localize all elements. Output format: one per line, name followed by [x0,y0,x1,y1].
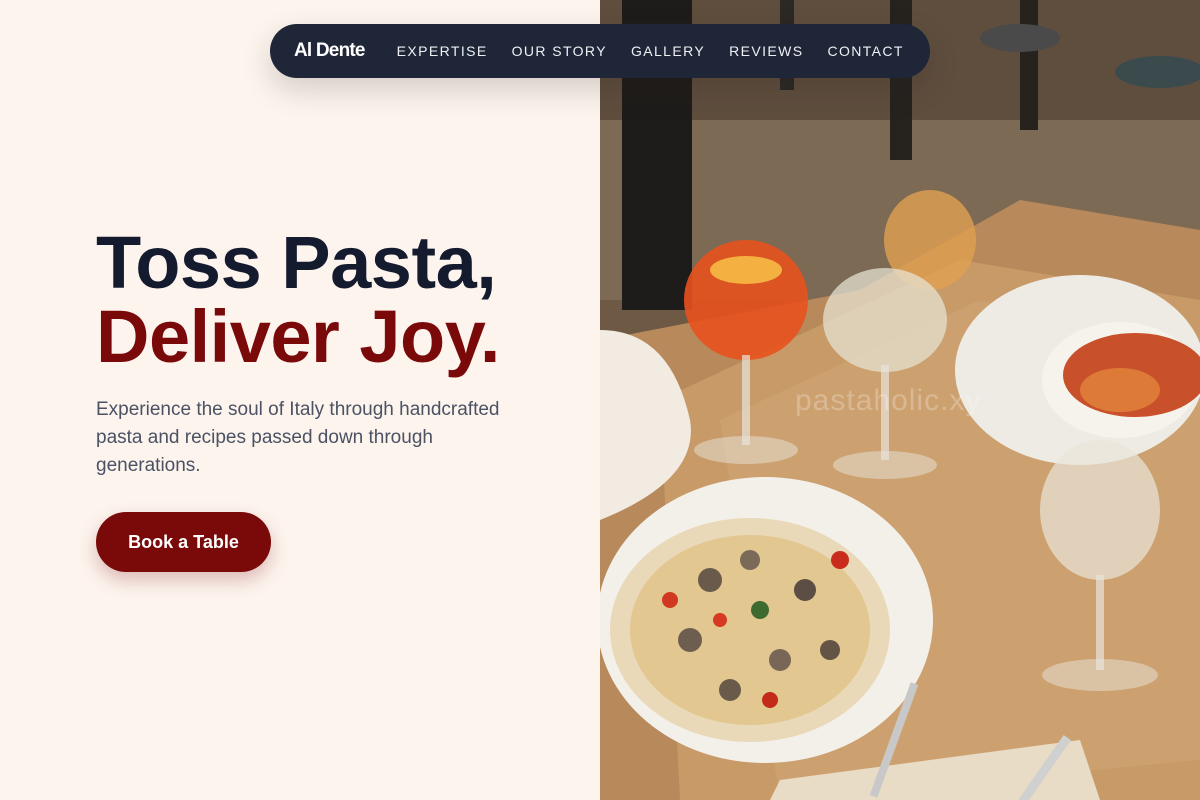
nav-link-our-story[interactable]: OUR STORY [512,43,607,59]
hero-headline: Toss Pasta, Deliver Joy. [96,226,500,374]
nav-link-reviews[interactable]: REVIEWS [729,43,803,59]
nav-link-gallery[interactable]: GALLERY [631,43,705,59]
headline-line-2: Deliver Joy. [96,295,500,378]
nav-links: EXPERTISE OUR STORY GALLERY REVIEWS CONT… [397,43,904,59]
main-navbar: Al Dente EXPERTISE OUR STORY GALLERY REV… [270,24,930,78]
brand-logo[interactable]: Al Dente [294,40,365,62]
hero-subtitle: Experience the soul of Italy through han… [96,399,500,476]
photo-watermark: pastaholic.xy [795,384,982,417]
book-table-button[interactable]: Book a Table [96,512,271,572]
hero-photo: pastaholic.xy [600,0,1200,800]
headline-line-1: Toss Pasta, [96,221,497,304]
nav-link-contact[interactable]: CONTACT [827,43,903,59]
nav-link-expertise[interactable]: EXPERTISE [397,43,488,59]
